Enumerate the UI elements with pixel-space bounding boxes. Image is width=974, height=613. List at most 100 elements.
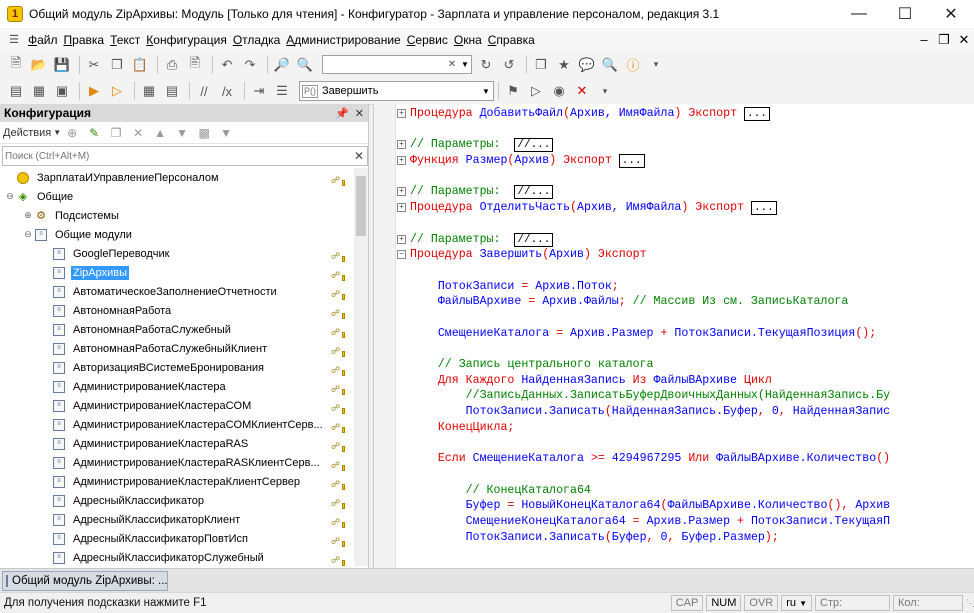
fold-expand-icon[interactable]: + (397, 109, 406, 118)
clear-search-icon[interactable]: ✕ (445, 56, 459, 73)
clear-icon[interactable]: ✕ (351, 149, 367, 163)
actions-button[interactable]: Действия (3, 127, 53, 139)
menu-file[interactable]: Файл (28, 33, 64, 47)
mdi-minimize-icon[interactable]: – (914, 32, 934, 48)
tree-node[interactable]: ⊖ ◈ Общие (0, 187, 368, 206)
find-prev-icon[interactable]: ↺ (499, 55, 519, 75)
tree-node[interactable]: ЗарплатаИУправлениеПерсоналом ☍ (0, 168, 368, 187)
fold-expand-icon[interactable]: + (397, 156, 406, 166)
move-up-icon[interactable]: ▲ (153, 126, 167, 140)
collapsed-block[interactable]: ... (618, 154, 645, 169)
search-combo[interactable]: ✕ ▼ (322, 55, 472, 74)
language-indicator[interactable]: ru ▼ (781, 595, 812, 611)
toolbar-more-icon[interactable]: ▾ (646, 55, 666, 75)
cut-icon[interactable]: ✂ (84, 55, 104, 75)
filter-icon[interactable]: ▼ (219, 126, 233, 140)
windows-icon[interactable]: ❐ (531, 55, 551, 75)
chevron-down-icon[interactable]: ▼ (479, 87, 493, 96)
indent-icon[interactable]: ⇥ (249, 81, 269, 101)
paste-icon[interactable]: 📋 (130, 55, 150, 75)
tree-node[interactable]: ⊖ ≡ Общие модули (0, 225, 368, 244)
fold-expand-icon[interactable]: + (397, 140, 406, 150)
template-icon[interactable]: ▤ (162, 81, 182, 101)
syntax-helper-icon[interactable]: 💬 (577, 55, 597, 75)
find-icon[interactable]: 🔍 (295, 55, 315, 75)
comment-icon[interactable]: // (194, 81, 214, 101)
menu-windows[interactable]: Окна (454, 33, 488, 47)
undo-icon[interactable]: ↶ (217, 55, 237, 75)
system-menu-icon[interactable]: ☰ (0, 33, 28, 46)
tree-node[interactable]: ≡ АвтономнаяРаботаСлужебный ☍ (0, 320, 368, 339)
tree-scrollbar[interactable] (354, 168, 368, 566)
search-input[interactable] (323, 56, 445, 73)
print-icon[interactable]: ⎙ (162, 55, 182, 75)
menu-text[interactable]: Текст (110, 33, 146, 47)
code-editor[interactable]: + Процедура ДобавитьФайл(Архив, ИмяФайла)… (373, 104, 974, 568)
maximize-button[interactable]: ☐ (882, 0, 928, 28)
resize-grip-icon[interactable]: ⋱ (966, 598, 974, 609)
tree-node[interactable]: ≡ АдминистрированиеКластераRAS ☍ (0, 434, 368, 453)
chevron-down-icon[interactable]: ▼ (459, 56, 471, 73)
disable-breakpoint-icon[interactable]: ✕ (572, 81, 592, 101)
tree-node[interactable]: ≡ GoogleПереводчик ☍ (0, 244, 368, 263)
actions-chevron-icon[interactable]: ▼ (53, 128, 61, 137)
code-area[interactable]: + Процедура ДобавитьФайл(Архив, ИмяФайла)… (397, 106, 970, 545)
run-mode-icon[interactable]: ▷ (107, 81, 127, 101)
fold-collapse-icon[interactable]: − (397, 250, 406, 260)
mdi-restore-icon[interactable]: ❐ (934, 32, 954, 48)
block-icon[interactable]: ▦ (139, 81, 159, 101)
sort-icon[interactable]: ▩ (197, 126, 211, 140)
menu-edit[interactable]: Правка (64, 33, 111, 47)
tree-search-input[interactable] (3, 150, 351, 162)
tree-node[interactable]: ⊕ ⚙ Подсистемы (0, 206, 368, 225)
module-icon[interactable]: ▤ (6, 81, 26, 101)
copy-item-icon[interactable]: ❐ (109, 126, 123, 140)
preview-icon[interactable]: 🖹 (185, 55, 205, 75)
collapsed-block[interactable]: ... (744, 107, 770, 121)
panel-close-icon[interactable]: ✕ (355, 107, 364, 120)
bookmark-icon[interactable]: ⚑ (503, 81, 523, 101)
tree-search-field[interactable]: ✕ (2, 146, 368, 166)
tree-node[interactable]: ≡ АдресныйКлассификатор ☍ (0, 491, 368, 510)
uncomment-icon[interactable]: /x (217, 81, 237, 101)
procedure-select[interactable]: P() Завершить ▼ (299, 81, 494, 101)
tree-node[interactable]: ≡ АвтономнаяРаботаСлужебныйКлиент ☍ (0, 339, 368, 358)
collapsed-block[interactable]: ... (750, 201, 777, 216)
tree-node[interactable]: ≡ АдминистрированиеКластераRASКлиентСерв.… (0, 453, 368, 472)
run-debug-icon[interactable]: ▶ (84, 81, 104, 101)
procedure-list-icon[interactable]: ☰ (272, 81, 292, 101)
table-icon[interactable]: ▣ (52, 81, 72, 101)
tree-node[interactable]: ≡ АдминистрированиеКластераCOM ☍ (0, 396, 368, 415)
find-in-list-icon[interactable]: 🔎 (272, 55, 292, 75)
expand-icon[interactable]: ⊕ (22, 210, 34, 221)
fold-expand-icon[interactable]: + (397, 234, 406, 244)
collapsed-block[interactable]: //... (514, 232, 554, 247)
menu-service[interactable]: Сервис (407, 33, 454, 47)
edit-pencil-icon[interactable]: ✎ (87, 126, 101, 140)
tree-node[interactable]: ≡ АвторизацияВСистемеБронирования ☍ (0, 358, 368, 377)
toolbar2-more-icon[interactable]: ▾ (595, 81, 615, 101)
wizard-icon[interactable]: ★ (554, 55, 574, 75)
search-help-icon[interactable]: 🔍 (600, 55, 620, 75)
menu-administration[interactable]: Администрирование (286, 33, 406, 47)
form-icon[interactable]: ▦ (29, 81, 49, 101)
add-icon[interactable]: ⊕ (65, 126, 79, 140)
tree-node[interactable]: ≡ АдминистрированиеКластераCOMКлиентСерв.… (0, 415, 368, 434)
tree-node[interactable]: ≡ АдресныйКлассификаторПовтИсп ☍ (0, 529, 368, 548)
fold-expand-icon[interactable]: + (397, 187, 406, 197)
new-file-icon[interactable]: 🗎 (6, 55, 26, 75)
collapsed-block[interactable]: //... (514, 138, 554, 153)
tree-node[interactable]: ≡ АвтономнаяРабота ☍ (0, 301, 368, 320)
fold-expand-icon[interactable]: + (397, 203, 406, 213)
tree-node[interactable]: ≡ АдминистрированиеКластераКлиентСервер ☍ (0, 472, 368, 491)
delete-icon[interactable]: ✕ (131, 126, 145, 140)
copy-icon[interactable]: ❐ (107, 55, 127, 75)
tree-node[interactable]: ≡ АдминистрированиеКластера ☍ (0, 377, 368, 396)
collapse-icon[interactable]: ⊖ (22, 229, 34, 240)
panel-pin-icon[interactable]: 📌 (335, 107, 349, 120)
next-bookmark-icon[interactable]: ▷ (526, 81, 546, 101)
collapse-icon[interactable]: ⊖ (4, 191, 16, 202)
minimize-button[interactable]: — (836, 0, 882, 28)
info-icon[interactable]: ⓘ (623, 55, 643, 75)
tree-node[interactable]: ≡ АдресныйКлассификаторСлужебный ☍ (0, 548, 368, 566)
